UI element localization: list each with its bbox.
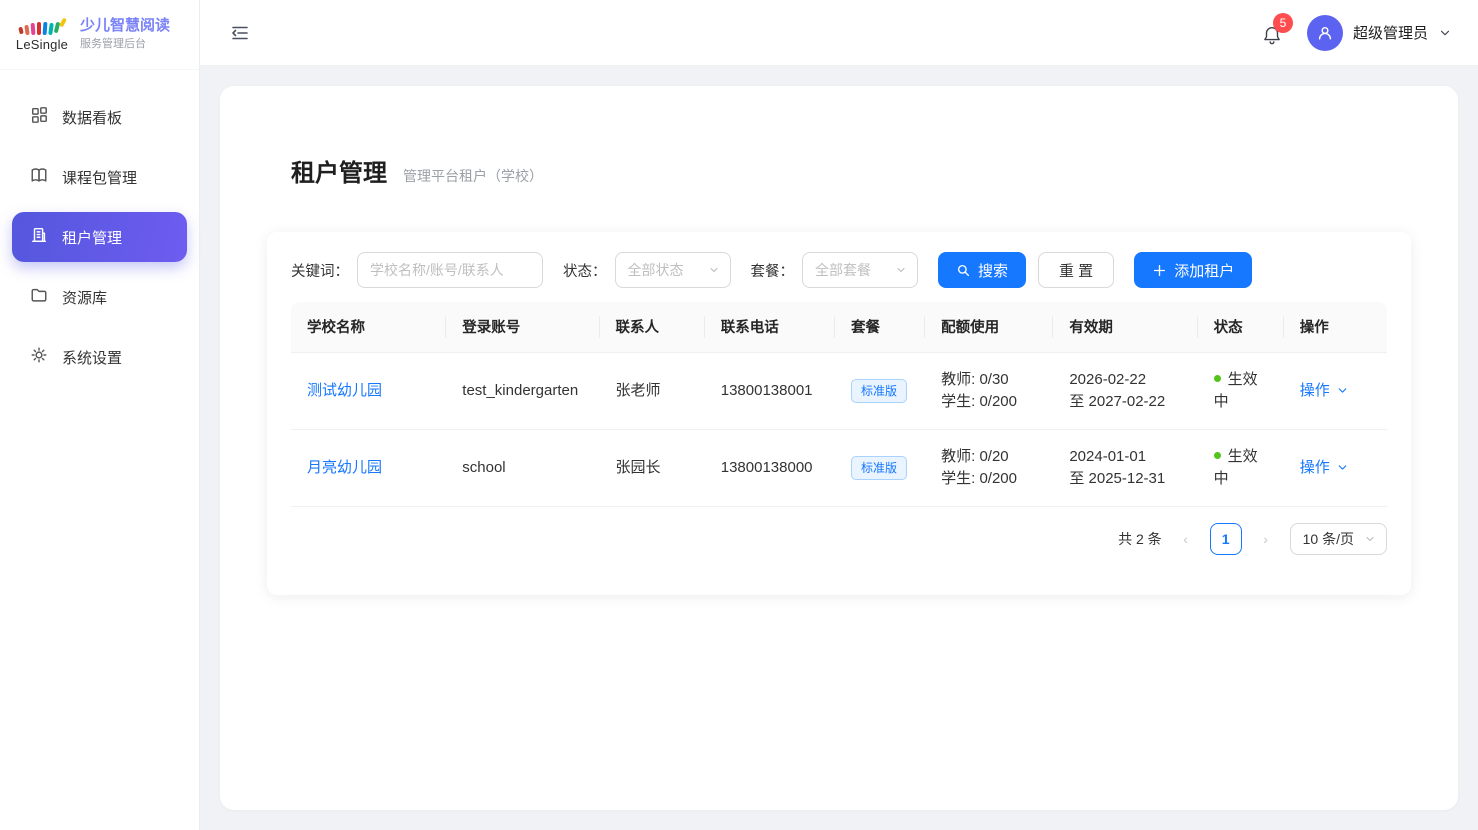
col-phone: 联系电话 <box>705 302 835 352</box>
sidebar-item-label: 数据看板 <box>62 107 122 128</box>
status-dot-icon <box>1214 452 1221 459</box>
brand-logo-icon: LeSingle <box>14 17 70 52</box>
page-title: 租户管理 <box>291 160 387 188</box>
content-area: 租户管理 管理平台租户（学校） 关键词： 状态： 全部状态 套餐： <box>200 66 1478 830</box>
school-link[interactable]: 月亮幼儿园 <box>307 459 382 476</box>
plan-select[interactable]: 全部套餐 <box>802 252 918 288</box>
contact-cell: 张园长 <box>600 429 705 506</box>
tenant-panel: 关键词： 状态： 全部状态 套餐： 全部套餐 <box>267 232 1411 595</box>
status-dot-icon <box>1214 375 1221 382</box>
chevron-down-icon <box>1438 26 1452 40</box>
menu-fold-icon <box>230 23 250 43</box>
sidebar-item-settings[interactable]: 系统设置 <box>12 332 187 382</box>
status-select[interactable]: 全部状态 <box>615 252 731 288</box>
school-link[interactable]: 测试幼儿园 <box>307 382 382 399</box>
sidebar: LeSingle 少儿智慧阅读 服务管理后台 数据看板 <box>0 0 200 830</box>
search-button[interactable]: 搜索 <box>938 252 1026 288</box>
pagination-total: 共 2 条 <box>1118 529 1162 549</box>
brand-name: LeSingle <box>16 37 68 52</box>
account-cell: school <box>446 429 599 506</box>
table-row: 测试幼儿园 test_kindergarten 张老师 13800138001 … <box>291 352 1387 429</box>
status-cell: 生效中 <box>1198 429 1284 506</box>
chevron-down-icon <box>895 264 907 276</box>
sidebar-collapse-button[interactable] <box>226 19 254 47</box>
topbar: 5 超级管理员 <box>200 0 1478 66</box>
sidebar-item-label: 租户管理 <box>62 227 122 248</box>
page-size-select[interactable]: 10 条/页 <box>1290 523 1387 555</box>
logo: LeSingle 少儿智慧阅读 服务管理后台 <box>0 0 199 70</box>
col-actions: 操作 <box>1284 302 1387 352</box>
app-title: 少儿智慧阅读 <box>80 17 170 36</box>
building-icon <box>30 226 48 248</box>
chevron-down-icon <box>708 264 720 276</box>
chevron-down-icon <box>1336 384 1349 397</box>
notifications-button[interactable]: 5 <box>1261 20 1287 46</box>
book-icon <box>30 166 48 188</box>
folder-icon <box>30 286 48 308</box>
app-window: LeSingle 少儿智慧阅读 服务管理后台 数据看板 <box>0 0 1478 830</box>
filter-bar: 关键词： 状态： 全部状态 套餐： 全部套餐 <box>291 252 1387 288</box>
search-icon <box>956 263 971 278</box>
row-actions-dropdown[interactable]: 操作 <box>1300 380 1349 402</box>
page-header: 租户管理 管理平台租户（学校） <box>291 160 1411 188</box>
gear-icon <box>30 346 48 368</box>
dashboard-icon <box>30 106 48 128</box>
sidebar-item-label: 资源库 <box>62 287 107 308</box>
quota-cell: 教师: 0/30 学生: 0/200 <box>925 352 1053 429</box>
col-plan: 套餐 <box>835 302 925 352</box>
user-menu[interactable]: 超级管理员 <box>1307 15 1452 51</box>
sidebar-item-tenants[interactable]: 租户管理 <box>12 212 187 262</box>
tenant-table: 学校名称 登录账号 联系人 联系电话 套餐 配额使用 有效期 状态 操作 <box>291 302 1387 507</box>
sidebar-menu: 数据看板 课程包管理 <box>0 70 199 404</box>
contact-cell: 张老师 <box>600 352 705 429</box>
col-validity: 有效期 <box>1053 302 1197 352</box>
status-label: 状态： <box>563 260 607 281</box>
sidebar-item-course-packages[interactable]: 课程包管理 <box>12 152 187 202</box>
col-quota: 配额使用 <box>925 302 1053 352</box>
pagination: 共 2 条 ‹ 1 › 10 条/页 <box>291 523 1387 555</box>
keyword-label: 关键词： <box>291 260 349 281</box>
keyword-input[interactable] <box>357 252 543 288</box>
add-tenant-button[interactable]: 添加租户 <box>1134 252 1252 288</box>
sidebar-item-label: 课程包管理 <box>62 167 137 188</box>
status-cell: 生效中 <box>1198 352 1284 429</box>
phone-cell: 13800138000 <box>705 429 835 506</box>
page-number-button[interactable]: 1 <box>1210 523 1242 555</box>
plus-icon <box>1152 263 1167 278</box>
plan-label: 套餐： <box>751 260 795 281</box>
app-subtitle: 服务管理后台 <box>80 38 170 52</box>
sidebar-item-dashboard[interactable]: 数据看板 <box>12 92 187 142</box>
page-subtitle: 管理平台租户（学校） <box>403 166 543 186</box>
sidebar-item-resources[interactable]: 资源库 <box>12 272 187 322</box>
sidebar-item-label: 系统设置 <box>62 347 122 368</box>
validity-cell: 2026-02-22 至 2027-02-22 <box>1053 352 1197 429</box>
col-account: 登录账号 <box>446 302 599 352</box>
phone-cell: 13800138001 <box>705 352 835 429</box>
validity-cell: 2024-01-01 至 2025-12-31 <box>1053 429 1197 506</box>
col-status: 状态 <box>1198 302 1284 352</box>
table-header-row: 学校名称 登录账号 联系人 联系电话 套餐 配额使用 有效期 状态 操作 <box>291 302 1387 352</box>
reset-button[interactable]: 重 置 <box>1038 252 1114 288</box>
chevron-down-icon <box>1336 461 1349 474</box>
plan-tag: 标准版 <box>851 379 907 403</box>
page-card: 租户管理 管理平台租户（学校） 关键词： 状态： 全部状态 套餐： <box>220 86 1458 810</box>
account-cell: test_kindergarten <box>446 352 599 429</box>
next-page-button[interactable]: › <box>1256 531 1276 547</box>
chevron-down-icon <box>1364 533 1376 545</box>
avatar <box>1307 15 1343 51</box>
col-contact: 联系人 <box>600 302 705 352</box>
username: 超级管理员 <box>1353 22 1428 43</box>
quota-cell: 教师: 0/20 学生: 0/200 <box>925 429 1053 506</box>
row-actions-dropdown[interactable]: 操作 <box>1300 457 1349 479</box>
user-icon <box>1315 23 1335 43</box>
notification-badge: 5 <box>1273 13 1293 33</box>
plan-tag: 标准版 <box>851 456 907 480</box>
col-school: 学校名称 <box>291 302 446 352</box>
prev-page-button[interactable]: ‹ <box>1176 531 1196 547</box>
table-row: 月亮幼儿园 school 张园长 13800138000 标准版 教师: 0/2… <box>291 429 1387 506</box>
